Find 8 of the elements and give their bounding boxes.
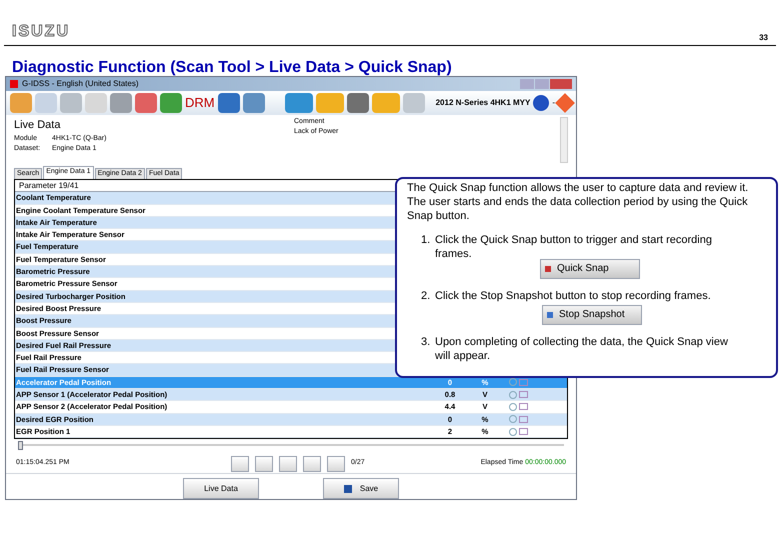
vehicle-label: 2012 N-Series 4HK1 MYY (436, 96, 530, 109)
separator-text: - (552, 96, 555, 109)
page-title: Diagnostic Function (Scan Tool > Live Data > Quick Snap) (12, 58, 453, 78)
logo: ISUZU (12, 22, 70, 42)
step-number: 2. (421, 289, 432, 303)
page-number: 33 (759, 32, 768, 44)
window-title: G-IDSS - English (United States) (22, 78, 138, 90)
section-title: Live Data (14, 118, 62, 134)
